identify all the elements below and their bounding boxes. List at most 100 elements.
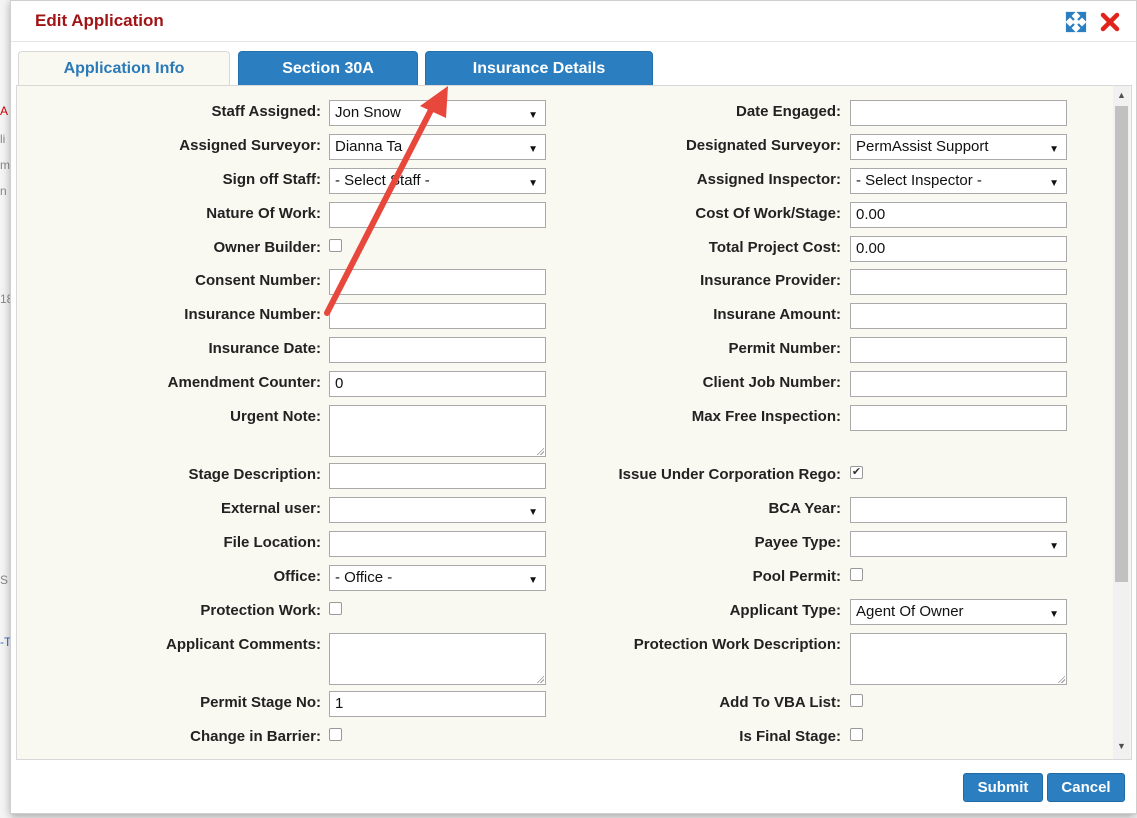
external-user-select[interactable]: ▼ (329, 497, 546, 523)
file-location-input[interactable] (329, 531, 546, 557)
total-project-cost-value: 0.00 (856, 240, 886, 257)
nature-of-work-label: Nature Of Work: (206, 205, 321, 222)
bca-year-label: BCA Year: (768, 500, 841, 517)
permit-number-input[interactable] (850, 337, 1067, 363)
designated-surveyor-value: PermAssist Support (856, 138, 989, 155)
protection-work-description-textarea[interactable] (850, 633, 1067, 685)
is-final-stage-label: Is Final Stage: (739, 728, 841, 745)
submit-button[interactable]: Submit (963, 773, 1043, 802)
dropdown-arrow-icon: ▼ (1049, 541, 1059, 552)
cancel-button[interactable]: Cancel (1047, 773, 1125, 802)
tab-application-info[interactable]: Application Info (18, 51, 230, 86)
stage-description-input[interactable] (329, 463, 546, 489)
assigned-inspector-select[interactable]: - Select Inspector - ▼ (850, 168, 1067, 194)
dropdown-arrow-icon: ▼ (528, 178, 538, 189)
tab-section-30a[interactable]: Section 30A (238, 51, 418, 86)
payee-type-select[interactable]: ▼ (850, 531, 1067, 557)
change-in-barrier-label: Change in Barrier: (190, 728, 321, 745)
consent-number-input[interactable] (329, 269, 546, 295)
dropdown-arrow-icon: ▼ (528, 144, 538, 155)
urgent-note-textarea[interactable] (329, 405, 546, 457)
max-free-inspection-input[interactable] (850, 405, 1067, 431)
edit-application-dialog: Edit Application Application Info Sectio… (10, 0, 1137, 814)
max-free-inspection-label: Max Free Inspection: (691, 408, 841, 425)
scroll-up-icon[interactable]: ▲ (1117, 90, 1126, 100)
issue-under-corporation-rego-checkbox[interactable]: ✔ (850, 466, 863, 479)
amendment-counter-label: Amendment Counter: (167, 374, 321, 391)
insurance-number-input[interactable] (329, 303, 546, 329)
permit-stage-no-input[interactable]: 1 (329, 691, 546, 717)
client-job-number-label: Client Job Number: (702, 374, 841, 391)
staff-assigned-value: Jon Snow (335, 104, 401, 121)
background-text-fragment: li (0, 132, 6, 146)
background-text-fragment: A (0, 104, 9, 118)
insurane-amount-input[interactable] (850, 303, 1067, 329)
amendment-counter-value: 0 (335, 375, 344, 392)
dropdown-arrow-icon: ▼ (528, 575, 538, 586)
protection-work-description-label: Protection Work Description: (633, 636, 841, 653)
payee-type-label: Payee Type: (754, 534, 841, 551)
scroll-down-icon[interactable]: ▼ (1117, 741, 1126, 751)
date-engaged-input[interactable] (850, 100, 1067, 126)
permit-stage-no-value: 1 (335, 695, 344, 712)
staff-assigned-select[interactable]: Jon Snow ▼ (329, 100, 546, 126)
consent-number-label: Consent Number: (195, 272, 321, 289)
tab-bar: Application Info Section 30A Insurance D… (16, 51, 1136, 86)
resize-grip-icon[interactable] (536, 447, 544, 455)
cost-of-work-stage-input[interactable]: 0.00 (850, 202, 1067, 228)
applicant-type-value: Agent Of Owner (856, 603, 964, 620)
external-user-label: External user: (220, 500, 321, 517)
issue-under-corporation-rego-label: Issue Under Corporation Rego: (618, 466, 841, 483)
resize-grip-icon[interactable] (536, 675, 544, 683)
permit-stage-no-label: Permit Stage No: (200, 694, 321, 711)
scrollbar-thumb[interactable] (1115, 106, 1128, 582)
applicant-type-select[interactable]: Agent Of Owner ▼ (850, 599, 1067, 625)
expand-icon[interactable] (1065, 11, 1087, 33)
dialog-title: Edit Application (35, 11, 164, 30)
sign-off-staff-select[interactable]: - Select Staff - ▼ (329, 168, 546, 194)
office-select[interactable]: - Office - ▼ (329, 565, 546, 591)
total-project-cost-input[interactable]: 0.00 (850, 236, 1067, 262)
insurance-provider-label: Insurance Provider: (700, 272, 841, 289)
applicant-type-label: Applicant Type: (729, 602, 841, 619)
background-text-fragment: m (0, 158, 10, 172)
panel-scrollbar[interactable]: ▲ ▼ (1113, 86, 1130, 759)
sign-off-staff-value: - Select Staff - (335, 172, 430, 189)
assigned-surveyor-value: Dianna Ta (335, 138, 403, 155)
staff-assigned-label: Staff Assigned: (211, 103, 321, 120)
office-value: - Office - (335, 569, 393, 586)
pool-permit-checkbox[interactable] (850, 568, 863, 581)
insurance-date-input[interactable] (329, 337, 546, 363)
insurance-number-label: Insurance Number: (184, 306, 321, 323)
amendment-counter-input[interactable]: 0 (329, 371, 546, 397)
protection-work-checkbox[interactable] (329, 602, 342, 615)
change-in-barrier-checkbox[interactable] (329, 728, 342, 741)
background-text-fragment: n (0, 184, 7, 198)
applicant-comments-label: Applicant Comments: (165, 636, 321, 653)
dropdown-arrow-icon: ▼ (1049, 609, 1059, 620)
insurance-provider-input[interactable] (850, 269, 1067, 295)
dropdown-arrow-icon: ▼ (528, 110, 538, 121)
add-to-vba-list-label: Add To VBA List: (719, 694, 841, 711)
assigned-surveyor-select[interactable]: Dianna Ta ▼ (329, 134, 546, 160)
urgent-note-label: Urgent Note: (230, 408, 321, 425)
bca-year-input[interactable] (850, 497, 1067, 523)
is-final-stage-checkbox[interactable] (850, 728, 863, 741)
file-location-label: File Location: (223, 534, 322, 551)
tab-insurance-details[interactable]: Insurance Details (425, 51, 653, 86)
cost-of-work-stage-value: 0.00 (856, 206, 886, 223)
designated-surveyor-select[interactable]: PermAssist Support ▼ (850, 134, 1067, 160)
nature-of-work-input[interactable] (329, 202, 546, 228)
background-text-fragment: S (0, 573, 9, 587)
owner-builder-checkbox[interactable] (329, 239, 342, 252)
assigned-surveyor-label: Assigned Surveyor: (179, 137, 321, 154)
close-icon[interactable] (1099, 11, 1121, 33)
applicant-comments-textarea[interactable] (329, 633, 546, 685)
add-to-vba-list-checkbox[interactable] (850, 694, 863, 707)
client-job-number-input[interactable] (850, 371, 1067, 397)
cost-of-work-stage-label: Cost Of Work/Stage: (695, 205, 841, 222)
application-info-panel: Staff Assigned: Jon Snow ▼ Assigned Surveyo… (16, 85, 1132, 760)
date-engaged-label: Date Engaged: (735, 103, 841, 120)
total-project-cost-label: Total Project Cost: (708, 239, 841, 256)
resize-grip-icon[interactable] (1057, 675, 1065, 683)
